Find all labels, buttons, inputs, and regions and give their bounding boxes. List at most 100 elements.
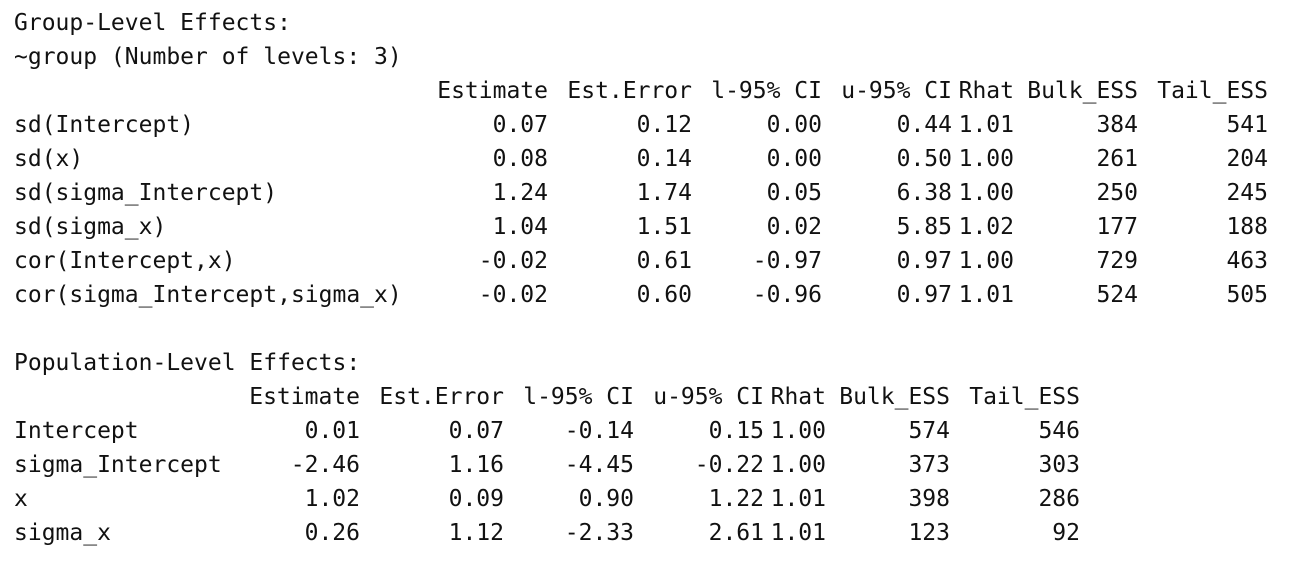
table-cell: 524 <box>1096 282 1138 308</box>
table-cell: -0.02 <box>478 248 548 274</box>
table-cell: 0.00 <box>766 146 822 172</box>
table-cell: 1.01 <box>958 112 1014 138</box>
table-cell: 123 <box>908 520 950 546</box>
table-cell: 1.02 <box>304 486 360 512</box>
row-label: sd(sigma_Intercept) <box>14 180 278 206</box>
table-cell: -0.96 <box>752 282 822 308</box>
table-cell: 0.97 <box>896 248 952 274</box>
table-cell: 1.02 <box>958 214 1014 240</box>
table-cell: 1.51 <box>636 214 692 240</box>
column-header: Estimate <box>437 78 548 104</box>
table-cell: -2.46 <box>290 452 360 478</box>
table-cell: 0.97 <box>896 282 952 308</box>
column-header: Estimate <box>249 384 360 410</box>
table-header-row: Estimate Est.Error l-95% CI u-95% CI Rha… <box>14 74 1268 108</box>
console-output: Group-Level Effects: ~group (Number of l… <box>14 6 1268 550</box>
table-cell: -4.45 <box>564 452 634 478</box>
table-cell: 286 <box>1038 486 1080 512</box>
table-row: cor(Intercept,x) -0.02 0.61 -0.97 0.97 1… <box>14 244 1268 278</box>
row-label-header <box>14 380 244 414</box>
table-cell: -0.02 <box>478 282 548 308</box>
table-cell: -0.22 <box>694 452 764 478</box>
column-header: Bulk_ESS <box>839 384 950 410</box>
row-label: sd(Intercept) <box>14 112 195 138</box>
table-cell: 0.50 <box>896 146 952 172</box>
row-label: cor(Intercept,x) <box>14 248 236 274</box>
table-cell: 0.01 <box>304 418 360 444</box>
table-cell: 729 <box>1096 248 1138 274</box>
table-cell: 0.02 <box>766 214 822 240</box>
row-label: sigma_x <box>14 520 111 546</box>
table-cell: 1.01 <box>770 520 826 546</box>
table-cell: 0.05 <box>766 180 822 206</box>
table-cell: 0.12 <box>636 112 692 138</box>
table-cell: 1.00 <box>958 146 1014 172</box>
table-cell: 1.74 <box>636 180 692 206</box>
table-row: Intercept 0.01 0.07 -0.14 0.15 1.00 574 … <box>14 414 1268 448</box>
table-cell: 261 <box>1096 146 1138 172</box>
population-level-table: Estimate Est.Error l-95% CI u-95% CI Rha… <box>14 380 1268 550</box>
column-header: l-95% CI <box>523 384 634 410</box>
table-row: sd(sigma_x) 1.04 1.51 0.02 5.85 1.02 177… <box>14 210 1268 244</box>
table-cell: 0.90 <box>578 486 634 512</box>
table-cell: 6.38 <box>896 180 952 206</box>
table-cell: 0.07 <box>448 418 504 444</box>
table-cell: 245 <box>1226 180 1268 206</box>
table-cell: 0.09 <box>448 486 504 512</box>
table-cell: 0.00 <box>766 112 822 138</box>
row-label: sd(sigma_x) <box>14 214 167 240</box>
row-label: sigma_Intercept <box>14 452 222 478</box>
column-header: Tail_ESS <box>1157 78 1268 104</box>
table-cell: 0.14 <box>636 146 692 172</box>
table-cell: 1.04 <box>492 214 548 240</box>
table-cell: 1.00 <box>958 180 1014 206</box>
table-cell: 546 <box>1038 418 1080 444</box>
table-cell: 1.01 <box>958 282 1014 308</box>
column-header: Tail_ESS <box>969 384 1080 410</box>
table-cell: 1.00 <box>770 452 826 478</box>
table-cell: 1.24 <box>492 180 548 206</box>
table-row: sd(sigma_Intercept) 1.24 1.74 0.05 6.38 … <box>14 176 1268 210</box>
table-row: sigma_x 0.26 1.12 -2.33 2.61 1.01 123 92 <box>14 516 1268 550</box>
table-cell: 398 <box>908 486 950 512</box>
column-header: Rhat <box>958 78 1014 104</box>
table-cell: 0.61 <box>636 248 692 274</box>
row-label-header <box>14 74 432 108</box>
column-header: u-95% CI <box>841 78 952 104</box>
table-cell: -0.97 <box>752 248 822 274</box>
row-label: x <box>14 486 28 512</box>
table-cell: 574 <box>908 418 950 444</box>
column-header: Rhat <box>770 384 826 410</box>
table-cell: 1.12 <box>448 520 504 546</box>
row-label: cor(sigma_Intercept,sigma_x) <box>14 282 402 308</box>
table-cell: 250 <box>1096 180 1138 206</box>
group-level-title: Group-Level Effects: <box>14 10 291 36</box>
row-label: sd(x) <box>14 146 84 172</box>
population-level-title: Population-Level Effects: <box>14 350 361 376</box>
table-cell: 1.01 <box>770 486 826 512</box>
table-cell: 541 <box>1226 112 1268 138</box>
table-cell: 384 <box>1096 112 1138 138</box>
table-cell: 505 <box>1226 282 1268 308</box>
table-cell: 1.00 <box>958 248 1014 274</box>
group-level-table: Estimate Est.Error l-95% CI u-95% CI Rha… <box>14 74 1268 312</box>
row-label: Intercept <box>14 418 139 444</box>
table-cell: 5.85 <box>896 214 952 240</box>
table-cell: 0.26 <box>304 520 360 546</box>
table-cell: 188 <box>1226 214 1268 240</box>
table-cell: 303 <box>1038 452 1080 478</box>
table-cell: 1.00 <box>770 418 826 444</box>
column-header: Est.Error <box>567 78 692 104</box>
column-header: l-95% CI <box>711 78 822 104</box>
table-header-row: Estimate Est.Error l-95% CI u-95% CI Rha… <box>14 380 1268 414</box>
table-cell: -2.33 <box>564 520 634 546</box>
table-cell: 1.16 <box>448 452 504 478</box>
table-cell: 0.60 <box>636 282 692 308</box>
column-header: u-95% CI <box>653 384 764 410</box>
table-cell: 204 <box>1226 146 1268 172</box>
table-cell: 0.15 <box>708 418 764 444</box>
table-row: sigma_Intercept -2.46 1.16 -4.45 -0.22 1… <box>14 448 1268 482</box>
table-cell: 1.22 <box>708 486 764 512</box>
table-cell: 0.44 <box>896 112 952 138</box>
